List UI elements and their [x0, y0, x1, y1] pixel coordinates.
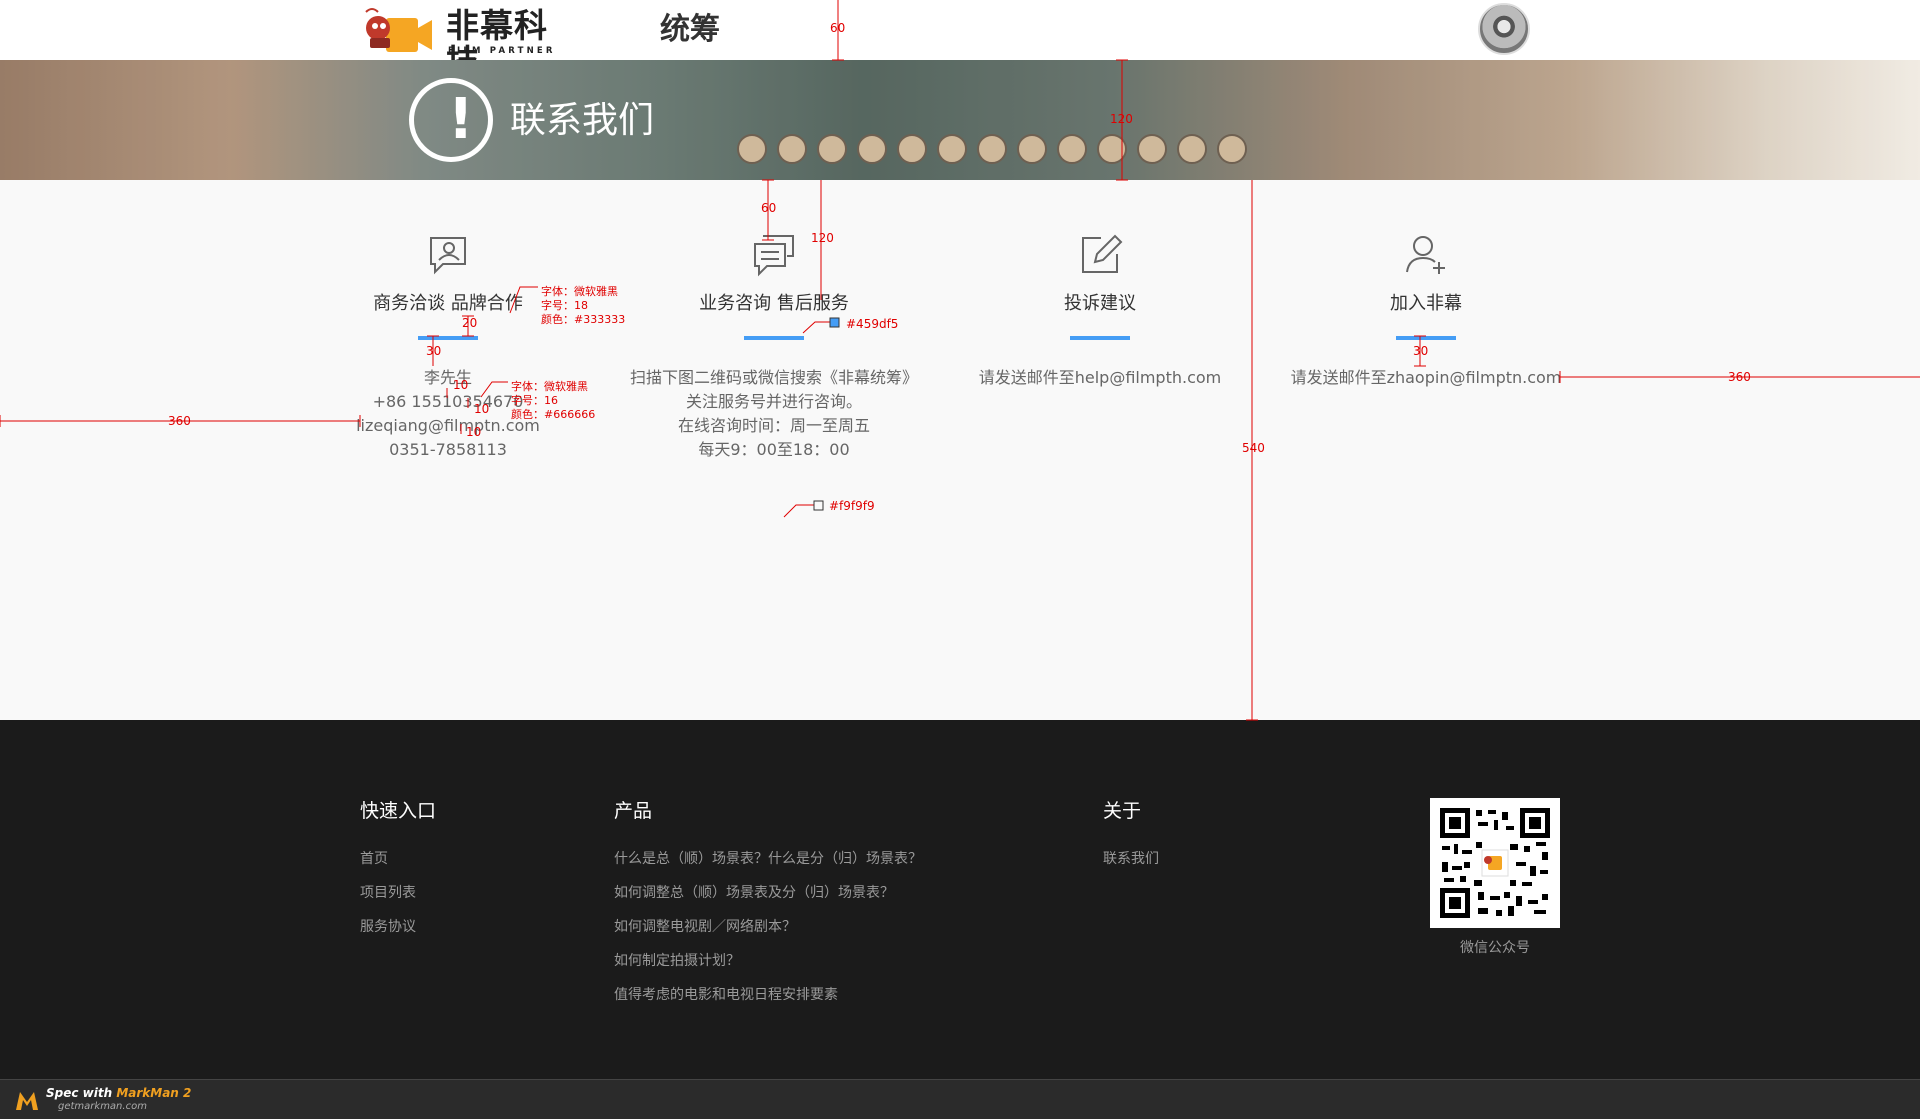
page: 非幕科技 FILM PARTNER 统筹 ! 联系我们 商务洽谈 品牌合作 — [0, 0, 1920, 1119]
annotation-label: 360 — [1728, 370, 1751, 384]
contact-card-complaint: 投诉建议 请发送邮件至help@filmpth.com — [935, 232, 1265, 390]
annotation-label: 360 — [168, 414, 191, 428]
footer-link-projects[interactable]: 项目列表 — [360, 876, 436, 910]
footer-link-contact[interactable]: 联系我们 — [1103, 842, 1159, 876]
logo[interactable]: 非幕科技 FILM PARTNER — [360, 4, 565, 80]
card-line: 关注服务号并进行咨询。 — [685, 392, 862, 411]
banner: ! 联系我们 — [0, 60, 1920, 180]
annotation-label: 540 — [1242, 441, 1265, 455]
top-header: 非幕科技 FILM PARTNER 统筹 — [0, 0, 1920, 80]
footer-link-product[interactable]: 如何调整总（顺）场景表及分（归）场景表？ — [614, 876, 922, 910]
nav-item-planning[interactable]: 统筹 — [660, 10, 720, 50]
chat-bubble-icon — [754, 235, 794, 277]
spec-text[interactable]: Spec with MarkMan 2 — [46, 1086, 191, 1100]
card-body: 请发送邮件至help@filmpth.com — [935, 366, 1265, 390]
card-accent-bar — [1396, 336, 1456, 340]
card-title: 商务洽谈 品牌合作 — [373, 293, 523, 314]
annotation-label: #f9f9f9 — [829, 499, 875, 513]
qr-code-icon — [1438, 806, 1552, 920]
footer-link-home[interactable]: 首页 — [360, 842, 436, 876]
footer: 快速入口 首页 项目列表 服务协议 产品 什么是总（顺）场景表？什么是分（归）场… — [0, 720, 1920, 1079]
wechat-qr-code — [1430, 798, 1560, 928]
footer-products: 产品 什么是总（顺）场景表？什么是分（归）场景表？ 如何调整总（顺）场景表及分（… — [614, 798, 922, 1012]
card-accent-bar — [744, 336, 804, 340]
footer-column-title: 产品 — [614, 800, 653, 822]
contact-card-support: 业务咨询 售后服务 扫描下图二维码或微信搜索《非幕统筹》 关注服务号并进行咨询。… — [609, 232, 939, 462]
card-accent-bar — [1070, 336, 1130, 340]
contact-name: 李先生 — [423, 368, 472, 387]
contact-card-join: 加入非幕 请发送邮件至zhaopin@filmptn.com — [1261, 232, 1591, 390]
qr-caption: 微信公众号 — [1460, 940, 1530, 956]
card-line: 在线咨询时间：周一至周五 — [677, 416, 870, 435]
card-title: 业务咨询 售后服务 — [699, 293, 849, 314]
spec-brand: MarkMan 2 — [116, 1086, 192, 1100]
spec-prefix: Spec with — [46, 1086, 113, 1100]
annotation-label: 60 — [761, 201, 776, 215]
business-chat-icon — [430, 237, 466, 275]
card-body: 请发送邮件至zhaopin@filmptn.com — [1261, 366, 1591, 390]
footer-link-terms[interactable]: 服务协议 — [360, 910, 436, 944]
recruit-email[interactable]: 请发送邮件至zhaopin@filmptn.com — [1261, 366, 1591, 390]
footer-column-title: 快速入口 — [360, 800, 437, 822]
spec-url[interactable]: getmarkman.com — [58, 1101, 147, 1113]
footer-column-title: 关于 — [1103, 800, 1142, 822]
logo-mark-icon — [365, 8, 432, 52]
complaint-email[interactable]: 请发送邮件至help@filmpth.com — [935, 366, 1265, 390]
footer-link-product[interactable]: 如何调整电视剧／网络剧本？ — [614, 910, 922, 944]
contact-email[interactable]: lizeqiang@filmptn.com — [283, 414, 613, 438]
page-title: 联系我们 — [510, 100, 655, 141]
add-user-icon — [1406, 236, 1445, 274]
edit-icon — [1082, 234, 1123, 273]
card-title: 加入非幕 — [1390, 293, 1462, 314]
markman-logo-icon[interactable] — [14, 1088, 40, 1114]
card-body: 扫描下图二维码或微信搜索《非幕统筹》 关注服务号并进行咨询。 在线咨询时间：周一… — [609, 366, 939, 462]
logo-text-en: FILM PARTNER — [448, 46, 556, 56]
card-line: 扫描下图二维码或微信搜索《非幕统筹》 — [629, 368, 918, 387]
markman-spec-bar: Spec with MarkMan 2 getmarkman.com — [0, 1079, 1920, 1119]
card-body: 李先生 +86 15510354670 lizeqiang@filmptn.co… — [283, 366, 613, 462]
footer-link-product[interactable]: 如何制定拍摄计划？ — [614, 944, 922, 978]
card-title: 投诉建议 — [1064, 293, 1136, 314]
footer-link-product[interactable]: 值得考虑的电影和电视日程安排要素 — [614, 978, 922, 1012]
contact-card-business: 商务洽谈 品牌合作 李先生 +86 15510354670 lizeqiang@… — [283, 232, 613, 462]
contact-landline[interactable]: 0351-7858113 — [283, 438, 613, 462]
contact-phone[interactable]: +86 15510354670 — [283, 390, 613, 414]
card-line: 每天9：00至18：00 — [698, 440, 850, 459]
banner-overlay — [0, 60, 1920, 180]
exclamation-circle-icon: ! — [409, 78, 493, 162]
user-avatar[interactable] — [1478, 3, 1530, 55]
footer-link-product[interactable]: 什么是总（顺）场景表？什么是分（归）场景表？ — [614, 842, 922, 876]
footer-about: 关于 联系我们 — [1103, 798, 1159, 876]
card-accent-bar — [418, 336, 478, 340]
footer-quick-links: 快速入口 首页 项目列表 服务协议 — [360, 798, 436, 944]
